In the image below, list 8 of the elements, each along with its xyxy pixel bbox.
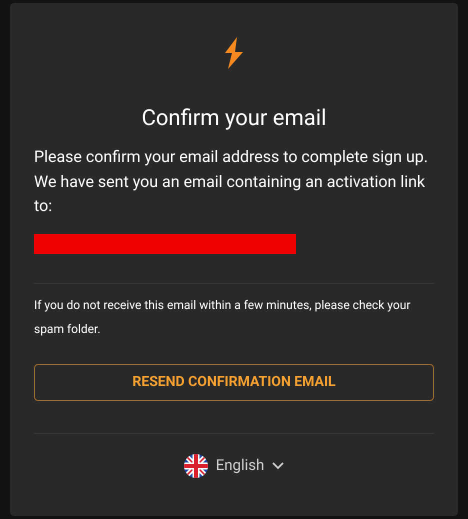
lightning-icon [224, 37, 244, 69]
resend-button[interactable]: RESEND CONFIRMATION EMAIL [34, 364, 434, 400]
spam-note: If you do not receive this email within a few minutes, please check your spam folder. [34, 296, 412, 338]
flag-icon [184, 454, 208, 478]
language-selector[interactable]: English [184, 454, 284, 478]
chevron-down-icon [272, 462, 284, 470]
page-title: Confirm your email [140, 105, 328, 133]
confirmation-message: Please confirm your email address to complete sign up. We have sent you an email containing an activation link to: [34, 146, 429, 217]
